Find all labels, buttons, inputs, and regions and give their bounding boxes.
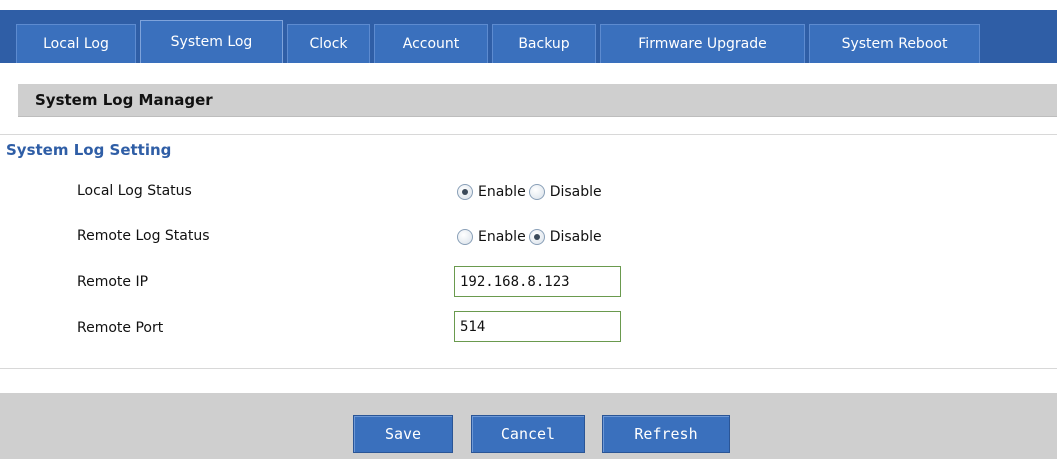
- remote-port-input[interactable]: [454, 311, 621, 342]
- local-log-disable-radio[interactable]: [528, 184, 545, 200]
- tab-account[interactable]: Account: [374, 24, 488, 63]
- local-log-enable-label: Enable: [478, 184, 526, 200]
- tab-bar-filler: [980, 24, 1057, 63]
- tab-firmware-upgrade[interactable]: Firmware Upgrade: [600, 24, 805, 63]
- section-title: System Log Manager: [35, 91, 213, 109]
- refresh-button[interactable]: Refresh: [602, 415, 730, 453]
- tab-local-log[interactable]: Local Log: [16, 24, 136, 63]
- remote-ip-label: Remote IP: [77, 274, 149, 290]
- tab-clock[interactable]: Clock: [287, 24, 370, 63]
- remote-log-disable-radio[interactable]: [528, 229, 545, 245]
- cancel-button[interactable]: Cancel: [471, 415, 585, 453]
- tab-system-reboot[interactable]: System Reboot: [809, 24, 980, 63]
- remote-port-label: Remote Port: [77, 320, 164, 336]
- local-log-disable-label: Disable: [549, 184, 602, 200]
- local-log-enable-radio[interactable]: [457, 184, 473, 200]
- setting-title: System Log Setting: [6, 141, 172, 159]
- local-log-status-radio-group: Enable Disable: [457, 181, 605, 203]
- tab-backup[interactable]: Backup: [492, 24, 596, 63]
- tab-system-log[interactable]: System Log: [140, 20, 283, 63]
- remote-log-enable-radio[interactable]: [457, 229, 473, 245]
- remote-log-status-label: Remote Log Status: [77, 228, 210, 244]
- remote-log-disable-label: Disable: [549, 229, 602, 245]
- remote-log-status-radio-group: Enable Disable: [457, 226, 605, 248]
- remote-ip-input[interactable]: [454, 266, 621, 297]
- tab-bar: Local Log System Log Clock Account Backu…: [0, 10, 1057, 63]
- section-header: System Log Manager: [18, 84, 1057, 117]
- local-log-status-label: Local Log Status: [77, 183, 192, 199]
- save-button[interactable]: Save: [353, 415, 453, 453]
- remote-log-enable-label: Enable: [478, 229, 526, 245]
